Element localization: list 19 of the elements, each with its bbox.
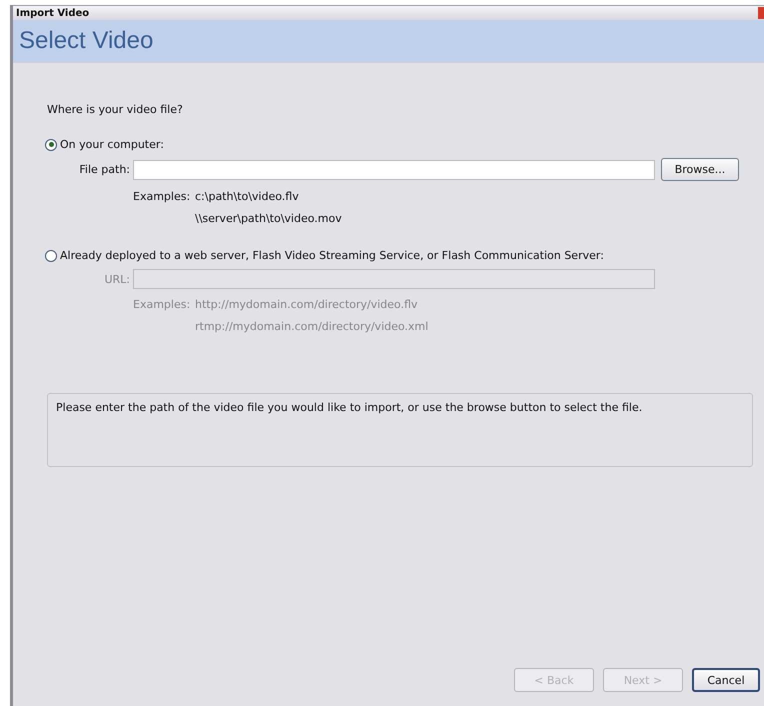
example-path: http://mydomain.com/directory/video.flv: [195, 298, 419, 311]
message-box: Please enter the path of the video file you would like to import, or use the browse button to select the file.: [47, 393, 753, 467]
examples-label: Examples:: [133, 298, 192, 311]
example-path: rtmp://mydomain.com/directory/video.xml: [195, 320, 430, 333]
radio-button[interactable]: [45, 250, 57, 262]
page-title: Select Video: [19, 27, 154, 55]
field-label: File path:: [78, 163, 131, 176]
question-text: Where is your video file?: [47, 103, 184, 116]
example-path: \\server\path\to\video.mov: [195, 212, 343, 225]
example-path: c:\path\to\video.flv: [195, 190, 300, 203]
option-label: On your computer:: [60, 138, 164, 151]
browse-button[interactable]: Browse...: [661, 158, 739, 181]
radio-button[interactable]: [45, 138, 57, 150]
field-label: URL:: [103, 272, 131, 286]
input-field[interactable]: [133, 160, 655, 180]
window-title: Import Video: [15, 8, 90, 18]
dialog-button[interactable]: Cancel: [692, 668, 760, 692]
examples-label: Examples:: [133, 190, 192, 203]
option-label: Already deployed to a web server, Flash Video Streaming Service, or Flash Communication Server:: [60, 249, 604, 262]
